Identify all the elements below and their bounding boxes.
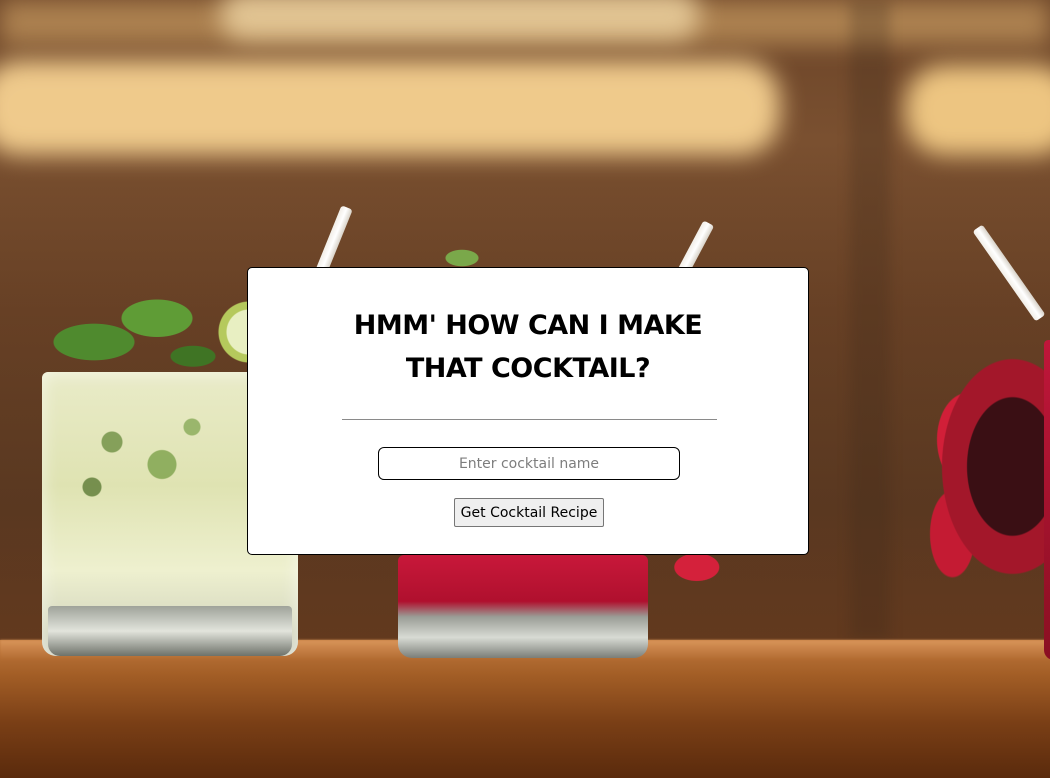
- get-cocktail-recipe-button[interactable]: Get Cocktail Recipe: [454, 498, 604, 527]
- herb-garnish: [438, 240, 498, 270]
- divider: [342, 419, 717, 420]
- dragonfruit-garnish: [915, 318, 1050, 588]
- mint-leaves: [52, 382, 252, 532]
- background-light: [0, 60, 780, 155]
- search-card: HMM' HOW CAN I MAKE THAT COCKTAIL? Get C…: [247, 267, 809, 555]
- red-cocktail-glass: [398, 555, 648, 658]
- flower-petal: [672, 552, 734, 590]
- background-light: [905, 65, 1050, 155]
- mint-garnish: [40, 285, 220, 380]
- red-cocktail-glass: [1044, 340, 1050, 660]
- cocktail-search-input[interactable]: [378, 447, 680, 480]
- glass-base: [48, 606, 292, 656]
- background-pillar: [850, 0, 890, 640]
- background-light: [220, 0, 700, 40]
- bar-counter: [0, 640, 1050, 778]
- page-title: HMM' HOW CAN I MAKE THAT COCKTAIL?: [353, 310, 703, 384]
- background-photo: HMM' HOW CAN I MAKE THAT COCKTAIL? Get C…: [0, 0, 1050, 778]
